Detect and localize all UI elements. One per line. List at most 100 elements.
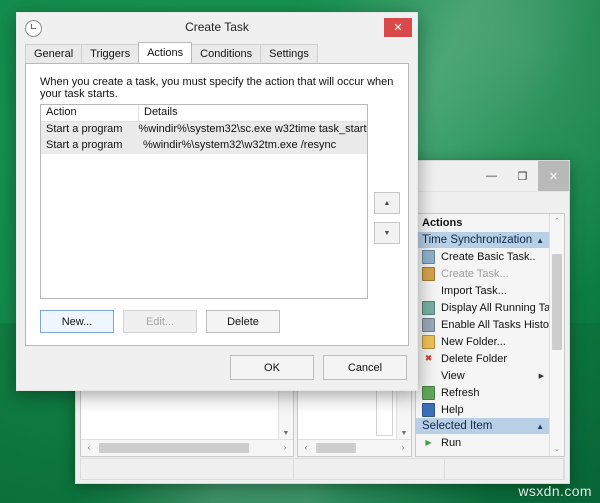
none <box>422 369 435 382</box>
tab-label: Conditions <box>200 48 253 60</box>
action-item-label: Create Task... <box>441 267 509 280</box>
status-segment <box>294 459 445 479</box>
action-item-label: New Folder... <box>441 335 506 348</box>
chevron-up-icon[interactable]: ▲ <box>536 422 544 431</box>
close-icon[interactable]: ✕ <box>538 161 569 191</box>
status-segment <box>81 459 294 479</box>
create-task-icon <box>422 266 435 281</box>
new-button[interactable]: New... <box>40 310 114 333</box>
icon-glyph <box>422 300 435 315</box>
dialog-title: Create Task <box>185 20 249 34</box>
scroll-left-icon[interactable]: ‹ <box>298 440 314 455</box>
detail-hscroll-thumb[interactable] <box>316 443 356 453</box>
action-item-label: Display All Running Tasks <box>441 301 550 314</box>
action-item[interactable]: Create Basic Task.. <box>416 248 550 265</box>
tab-label: Triggers <box>90 48 131 60</box>
action-item[interactable]: View ▶ <box>416 367 550 384</box>
scroll-right-icon[interactable]: › <box>395 440 411 455</box>
actions-pane-header: Actions <box>416 214 564 231</box>
action-item[interactable]: New Folder... <box>416 333 550 350</box>
scroll-up-icon[interactable]: ⌃ <box>550 214 564 228</box>
table-row[interactable]: Start a program %windir%\system32\w32tm.e… <box>41 138 367 154</box>
column-header-action[interactable]: Action <box>41 105 139 121</box>
action-item-label: Create Basic Task.. <box>441 250 536 263</box>
tree-hscroll-thumb[interactable] <box>99 443 249 453</box>
delete-folder-icon: ✖ <box>424 353 433 363</box>
actions-group-header[interactable]: Time Synchronization ▲ <box>416 232 550 248</box>
icon-glyph <box>422 249 435 264</box>
maximize-icon[interactable]: ❐ <box>507 161 538 191</box>
tab-actions[interactable]: Actions <box>138 42 193 63</box>
action-item[interactable]: ▶ Run <box>416 434 550 451</box>
actions-grid-header: Action Details <box>41 105 367 122</box>
scroll-left-icon[interactable]: ‹ <box>81 440 97 455</box>
ok-button[interactable]: OK <box>230 355 314 380</box>
refresh-icon <box>422 385 435 400</box>
mmc-status-bar <box>80 458 565 480</box>
actions-vertical-scrollbar[interactable]: ⌃ ⌄ <box>549 214 564 456</box>
tab-conditions[interactable]: Conditions <box>191 44 262 63</box>
minimize-icon[interactable]: — <box>476 161 507 191</box>
actions-group-title: Selected Item <box>422 420 493 432</box>
action-item[interactable]: Enable All Tasks History <box>416 316 550 333</box>
mmc-window-controls: — ❐ ✕ <box>476 161 569 191</box>
move-down-button[interactable]: ▼ <box>374 222 400 244</box>
action-item-label: Delete Folder <box>441 352 508 365</box>
actions-scroll-thumb[interactable] <box>552 254 562 350</box>
chevron-up-icon[interactable]: ▲ <box>536 236 544 245</box>
display-running-tasks-icon <box>422 300 435 315</box>
close-button[interactable]: ✕ <box>384 18 412 37</box>
tab-general[interactable]: General <box>25 44 83 63</box>
scroll-down-icon[interactable]: ⌄ <box>550 442 564 456</box>
action-edit-buttons: New... Edit... Delete <box>40 310 280 333</box>
dialog-footer-buttons: OK Cancel <box>230 355 407 380</box>
action-item[interactable]: Help <box>416 401 550 418</box>
delete-button[interactable]: Delete <box>206 310 280 333</box>
action-item-label: Enable All Tasks History <box>441 318 550 331</box>
action-item[interactable]: ✖ Delete Folder <box>416 350 550 367</box>
scroll-down-icon[interactable]: ▼ <box>397 426 411 440</box>
new-folder-icon <box>422 334 435 349</box>
tab-label: General <box>34 48 74 60</box>
cell-details: %windir%\system32\sc.exe w32time task_st… <box>138 123 368 135</box>
none <box>422 284 435 297</box>
actions-grid-body[interactable]: Start a program %windir%\system32\sc.exe … <box>41 122 367 154</box>
icon-glyph <box>422 402 435 417</box>
action-item-label: Help <box>441 403 464 416</box>
action-item[interactable]: Import Task... <box>416 282 550 299</box>
icon-glyph <box>422 317 435 332</box>
tab-label: Actions <box>147 47 184 59</box>
action-item-label: Import Task... <box>441 284 507 297</box>
icon-glyph <box>422 385 435 400</box>
tab-label: Settings <box>269 48 309 60</box>
scroll-right-icon[interactable]: › <box>277 440 293 455</box>
actions-grid[interactable]: Action Details Start a program %windir%\s… <box>40 104 368 299</box>
tab-triggers[interactable]: Triggers <box>81 44 140 63</box>
enable-history-icon <box>422 317 435 332</box>
move-up-button[interactable]: ▲ <box>374 192 400 214</box>
action-item-label: View <box>441 369 465 382</box>
edit-button[interactable]: Edit... <box>123 310 197 333</box>
action-item-label: Run <box>441 436 462 449</box>
help-icon <box>422 402 435 417</box>
action-item[interactable]: Display All Running Tasks <box>416 299 550 316</box>
run-icon: ▶ <box>425 437 432 447</box>
dialog-tabstrip[interactable]: General Triggers Actions Conditions Settings <box>25 42 409 63</box>
cancel-button[interactable]: Cancel <box>323 355 407 380</box>
detail-horizontal-scrollbar[interactable]: ‹ › <box>298 439 411 456</box>
scroll-down-icon[interactable]: ▼ <box>279 426 293 440</box>
table-row[interactable]: Start a program %windir%\system32\sc.exe … <box>41 122 367 138</box>
tree-horizontal-scrollbar[interactable]: ‹ › <box>81 439 293 456</box>
cell-action: Start a program <box>46 123 123 135</box>
column-header-details[interactable]: Details <box>139 105 178 121</box>
status-segment <box>445 459 564 479</box>
tab-settings[interactable]: Settings <box>260 44 318 63</box>
create-task-dialog[interactable]: Create Task ✕ General Triggers Actions Cond… <box>16 12 418 391</box>
cell-action: Start a program <box>46 139 123 151</box>
actions-group-header[interactable]: Selected Item ▲ <box>416 418 550 434</box>
action-item[interactable]: Refresh <box>416 384 550 401</box>
action-item-label: Refresh <box>441 386 480 399</box>
actions-pane[interactable]: Actions Time Synchronization ▲ Create Basi… <box>415 213 565 457</box>
site-watermark: wsxdn.com <box>518 483 592 499</box>
action-item[interactable]: Create Task... <box>416 265 550 282</box>
